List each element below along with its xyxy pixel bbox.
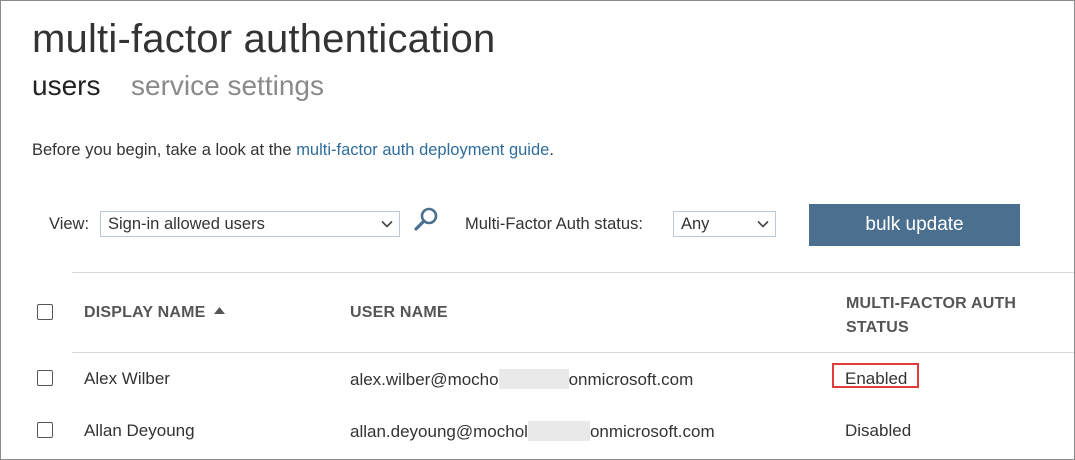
mfa-status-filter-label: Multi-Factor Auth status:: [465, 215, 643, 233]
bulk-update-button[interactable]: bulk update: [809, 204, 1020, 246]
page-title: multi-factor authentication: [32, 17, 496, 61]
chevron-down-icon: [757, 220, 769, 228]
deployment-guide-link[interactable]: multi-factor auth deployment guide: [296, 141, 549, 159]
column-header-display-name[interactable]: DISPLAY NAME: [84, 304, 225, 322]
tab-users[interactable]: users: [32, 70, 100, 102]
view-select-value: Sign-in allowed users: [108, 215, 265, 233]
display-name-cell[interactable]: Allan Deyoung: [84, 421, 195, 441]
redacted-block: [498, 369, 569, 389]
column-header-display-name-label: DISPLAY NAME: [84, 304, 206, 321]
search-icon[interactable]: [412, 206, 440, 234]
column-header-mfa-status-line1: MULTI-FACTOR AUTH: [846, 295, 1017, 312]
intro-text: Before you begin, take a look at the mul…: [32, 141, 554, 160]
mfa-status-select[interactable]: Any: [673, 211, 776, 237]
column-header-mfa-status[interactable]: MULTI-FACTOR AUTH STATUS: [846, 292, 1046, 340]
redacted-block: [527, 421, 590, 441]
chevron-down-icon: [381, 220, 393, 228]
intro-text-before: Before you begin, take a look at the: [32, 141, 297, 159]
row-checkbox[interactable]: [37, 422, 53, 438]
user-name-prefix: alex.wilber@mocho: [350, 370, 499, 389]
view-select[interactable]: Sign-in allowed users: [100, 211, 400, 237]
row-checkbox[interactable]: [37, 370, 53, 386]
mfa-status-select-value: Any: [681, 215, 710, 233]
user-name-prefix: allan.deyoung@mochol: [350, 422, 528, 441]
tab-service-settings[interactable]: service settings: [131, 70, 324, 102]
intro-text-after: .: [549, 141, 554, 159]
mfa-status-cell: Disabled: [845, 421, 912, 440]
user-name-suffix: onmicrosoft.com: [589, 422, 715, 441]
user-name-suffix: onmicrosoft.com: [568, 370, 694, 389]
sort-ascending-icon: [213, 307, 225, 314]
select-all-checkbox[interactable]: [37, 304, 53, 320]
column-header-user-name[interactable]: USER NAME: [350, 304, 448, 322]
column-header-mfa-status-line2: STATUS: [846, 319, 909, 336]
display-name-cell[interactable]: Alex Wilber: [84, 369, 170, 389]
user-name-cell: alex.wilber@mocho onmicrosoft.com: [350, 369, 693, 390]
user-name-cell: allan.deyoung@mochol onmicrosoft.com: [350, 421, 715, 442]
mfa-status-cell: Enabled: [845, 369, 908, 388]
table-header-divider: [72, 352, 1074, 353]
table-top-divider: [72, 272, 1074, 273]
mfa-window: multi-factor authentication users servic…: [0, 0, 1075, 460]
view-label: View:: [49, 215, 90, 233]
